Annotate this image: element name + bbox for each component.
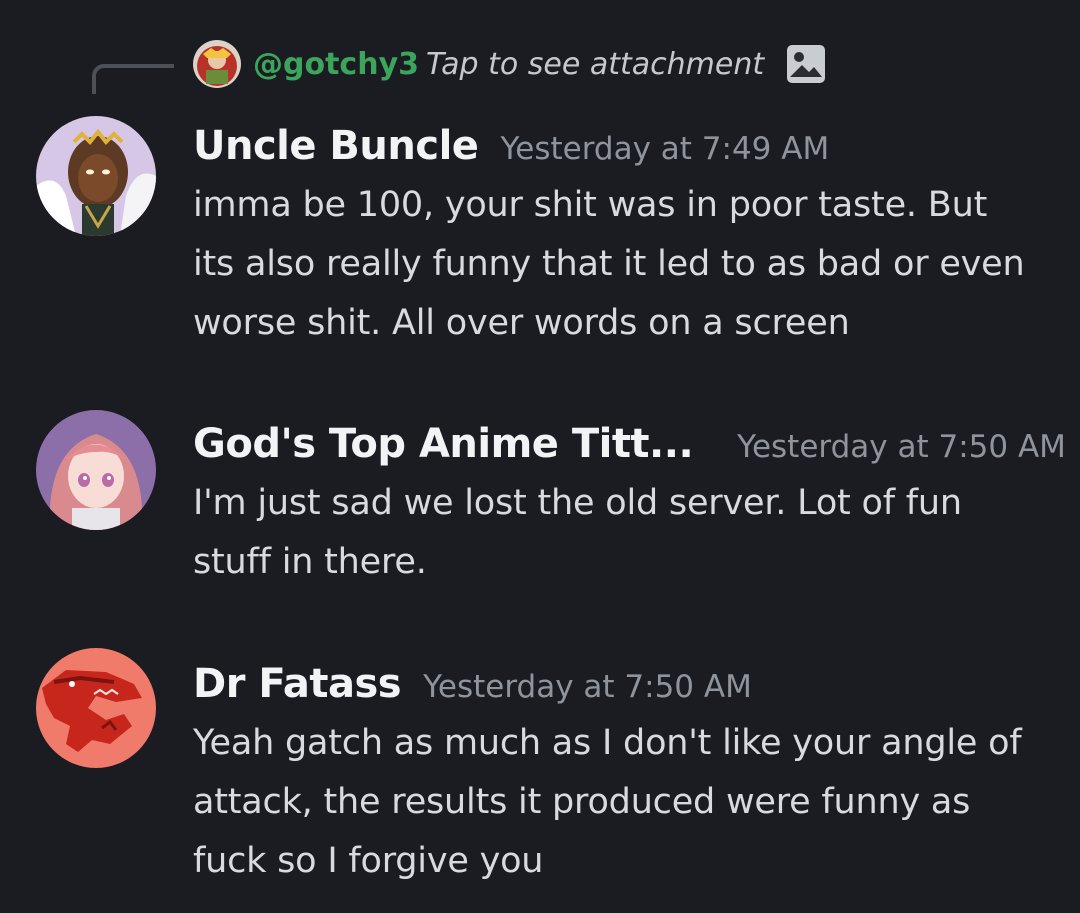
timestamp: Yesterday at 7:50 AM [737, 429, 1066, 465]
message-content: I'm just sad we lost the old server. Lot… [193, 474, 1053, 592]
message-line: its also really funny that it led to as … [193, 244, 1025, 284]
reply-connector-line [92, 64, 174, 94]
reply-avatar[interactable] [193, 40, 241, 88]
username[interactable]: Uncle Buncle [193, 116, 479, 176]
message-header: Uncle Buncle Yesterday at 7:49 AM [193, 116, 829, 176]
message-line: I'm just sad we lost the old server. Lot… [193, 483, 962, 523]
message-line: worse shit. All over words on a screen [193, 303, 850, 343]
message-line: attack, the results it produced were fun… [193, 782, 971, 822]
message-line: fuck so I forgive you [193, 841, 544, 881]
message-line: stuff in there. [193, 542, 427, 582]
reply-preview[interactable]: @gotchy3 Tap to see attachment [0, 40, 1080, 94]
reply-username[interactable]: @gotchy3 [253, 46, 419, 84]
reply-attachment-text[interactable]: Tap to see attachment [426, 46, 764, 84]
message-header: God's Top Anime Titt... Yesterday at 7:50… [193, 414, 1066, 474]
avatar[interactable] [36, 410, 156, 530]
timestamp: Yesterday at 7:49 AM [500, 131, 830, 167]
timestamp: Yesterday at 7:50 AM [423, 669, 752, 705]
username[interactable]: God's Top Anime Titt... [193, 414, 694, 474]
message-line: Yeah gatch as much as I don't like your … [193, 723, 1022, 763]
message-line: imma be 100, your shit was in poor taste… [193, 185, 988, 225]
message-header: Dr Fatass Yesterday at 7:50 AM [193, 654, 752, 714]
message-content: imma be 100, your shit was in poor taste… [193, 176, 1053, 353]
message-content: Yeah gatch as much as I don't like your … [193, 714, 1053, 891]
username[interactable]: Dr Fatass [193, 654, 402, 714]
avatar[interactable] [36, 648, 156, 768]
image-icon [786, 44, 826, 84]
avatar[interactable] [36, 116, 156, 236]
